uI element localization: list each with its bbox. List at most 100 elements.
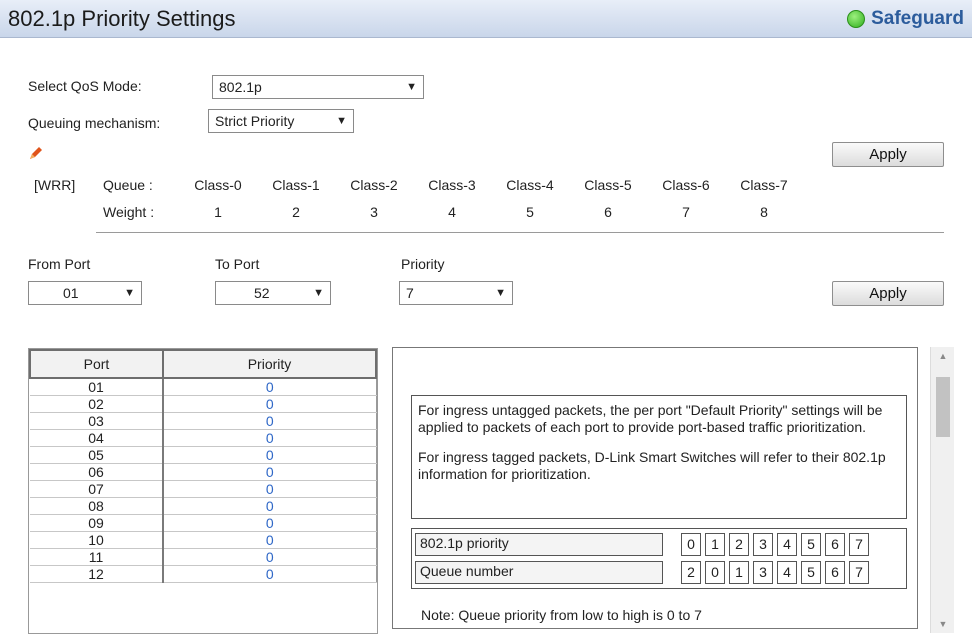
port-cell: 11 xyxy=(30,548,164,566)
notes-panel: For ingress untagged packets, the per po… xyxy=(392,347,918,629)
wrr-weight: 4 xyxy=(448,204,456,220)
map-row-queue: Queue number 2 0 1 3 4 5 6 7 xyxy=(415,560,903,585)
note-footer: Note: Queue priority from low to high is… xyxy=(421,607,702,623)
qos-mode-select[interactable]: 802.1p ▼ xyxy=(212,75,424,99)
chevron-down-icon: ▼ xyxy=(313,287,324,299)
wrr-weight: 2 xyxy=(292,204,300,220)
vertical-scrollbar[interactable]: ▲ ▼ xyxy=(930,347,954,633)
wrr-class: Class-0 xyxy=(194,177,242,193)
chevron-down-icon: ▼ xyxy=(124,287,135,299)
wrr-weight: 3 xyxy=(370,204,378,220)
wrr-class: Class-7 xyxy=(740,177,788,193)
map-priority-cell: 5 xyxy=(801,533,821,556)
table-row[interactable]: 09 0 xyxy=(30,514,377,532)
qos-apply-button[interactable]: Apply xyxy=(832,142,944,167)
port-cell: 07 xyxy=(30,480,164,498)
scroll-down-icon[interactable]: ▼ xyxy=(931,615,955,633)
map-queue-cell: 5 xyxy=(801,561,821,584)
map-priority-cell: 7 xyxy=(849,533,869,556)
to-port-label: To Port xyxy=(215,256,260,272)
wrr-weight: 7 xyxy=(682,204,690,220)
priority-cell: 0 xyxy=(162,548,377,566)
port-priority-table: Port Priority 01 0 02 0 03 0 04 0 05 0 06 0 07… xyxy=(28,348,378,634)
section-divider xyxy=(96,232,944,233)
table-row[interactable]: 08 0 xyxy=(30,497,377,515)
table-row[interactable]: 04 0 xyxy=(30,429,377,447)
map-row-priority: 802.1p priority 0 1 2 3 4 5 6 7 xyxy=(415,532,903,557)
wrr-class: Class-2 xyxy=(350,177,398,193)
map-priority-cell: 3 xyxy=(753,533,773,556)
from-port-value: 01 xyxy=(63,285,79,301)
table-row[interactable]: 12 0 xyxy=(30,565,377,583)
map-priority-cell: 2 xyxy=(729,533,749,556)
map-priority-cell: 4 xyxy=(777,533,797,556)
chevron-down-icon: ▼ xyxy=(406,81,417,93)
priority-cell: 0 xyxy=(162,514,377,532)
to-port-value: 52 xyxy=(254,285,270,301)
priority-cell: 0 xyxy=(162,446,377,464)
port-cell: 04 xyxy=(30,429,164,447)
wrr-class: Class-6 xyxy=(662,177,710,193)
table-row[interactable]: 05 0 xyxy=(30,446,377,464)
port-cell: 10 xyxy=(30,531,164,549)
safeguard-indicator[interactable]: Safeguard xyxy=(847,5,964,32)
priority-queue-map: 802.1p priority 0 1 2 3 4 5 6 7 Queue nu… xyxy=(411,528,907,589)
from-port-select[interactable]: 01 ▼ xyxy=(28,281,142,305)
to-port-select[interactable]: 52 ▼ xyxy=(215,281,331,305)
port-cell: 06 xyxy=(30,463,164,481)
wrr-class: Class-5 xyxy=(584,177,632,193)
port-cell: 12 xyxy=(30,565,164,583)
wrr-queue-label: Queue : xyxy=(103,177,153,193)
priority-cell: 0 xyxy=(162,565,377,583)
priority-cell: 0 xyxy=(162,395,377,413)
column-header-priority: Priority xyxy=(161,349,377,379)
port-cell: 02 xyxy=(30,395,164,413)
map-queue-label: Queue number xyxy=(415,561,663,584)
scroll-up-icon[interactable]: ▲ xyxy=(931,347,955,365)
safeguard-label: Safeguard xyxy=(871,7,964,29)
wrr-weight: 8 xyxy=(760,204,768,220)
column-header-port: Port xyxy=(29,349,164,379)
chevron-down-icon: ▼ xyxy=(336,115,347,127)
table-row[interactable]: 11 0 xyxy=(30,548,377,566)
pencil-icon xyxy=(30,147,42,159)
wrr-weight: 1 xyxy=(214,204,222,220)
map-queue-cell: 2 xyxy=(681,561,701,584)
map-queue-cell: 3 xyxy=(753,561,773,584)
map-queue-cell: 4 xyxy=(777,561,797,584)
table-row[interactable]: 03 0 xyxy=(30,412,377,430)
table-row[interactable]: 02 0 xyxy=(30,395,377,413)
wrr-class: Class-4 xyxy=(506,177,554,193)
map-queue-cell: 0 xyxy=(705,561,725,584)
page-title: 802.1p Priority Settings xyxy=(8,6,236,31)
qos-mode-value: 802.1p xyxy=(219,79,262,95)
queuing-mechanism-label: Queuing mechanism: xyxy=(28,115,161,131)
queuing-mechanism-value: Strict Priority xyxy=(215,113,295,129)
table-row[interactable]: 07 0 xyxy=(30,480,377,498)
note-tagged: For ingress tagged packets, D-Link Smart… xyxy=(418,449,886,482)
priority-cell: 0 xyxy=(162,429,377,447)
wrr-weight: 6 xyxy=(604,204,612,220)
map-priority-cell: 0 xyxy=(681,533,701,556)
table-row[interactable]: 10 0 xyxy=(30,531,377,549)
map-priority-cell: 6 xyxy=(825,533,845,556)
table-row[interactable]: 01 0 xyxy=(30,378,377,396)
map-queue-cell: 7 xyxy=(849,561,869,584)
port-cell: 05 xyxy=(30,446,164,464)
table-row[interactable]: 06 0 xyxy=(30,463,377,481)
port-apply-button[interactable]: Apply xyxy=(832,281,944,306)
priority-cell: 0 xyxy=(162,531,377,549)
priority-cell: 0 xyxy=(162,480,377,498)
port-cell: 08 xyxy=(30,497,164,515)
safeguard-status-icon xyxy=(847,9,866,28)
priority-select[interactable]: 7 ▼ xyxy=(399,281,513,305)
queuing-mechanism-select[interactable]: Strict Priority ▼ xyxy=(208,109,354,133)
scroll-thumb[interactable] xyxy=(936,377,950,437)
priority-cell: 0 xyxy=(162,497,377,515)
wrr-class: Class-3 xyxy=(428,177,476,193)
map-priority-label: 802.1p priority xyxy=(415,533,663,556)
wrr-class: Class-1 xyxy=(272,177,320,193)
map-queue-cell: 6 xyxy=(825,561,845,584)
chevron-down-icon: ▼ xyxy=(495,287,506,299)
wrr-tag: [WRR] xyxy=(34,177,76,193)
